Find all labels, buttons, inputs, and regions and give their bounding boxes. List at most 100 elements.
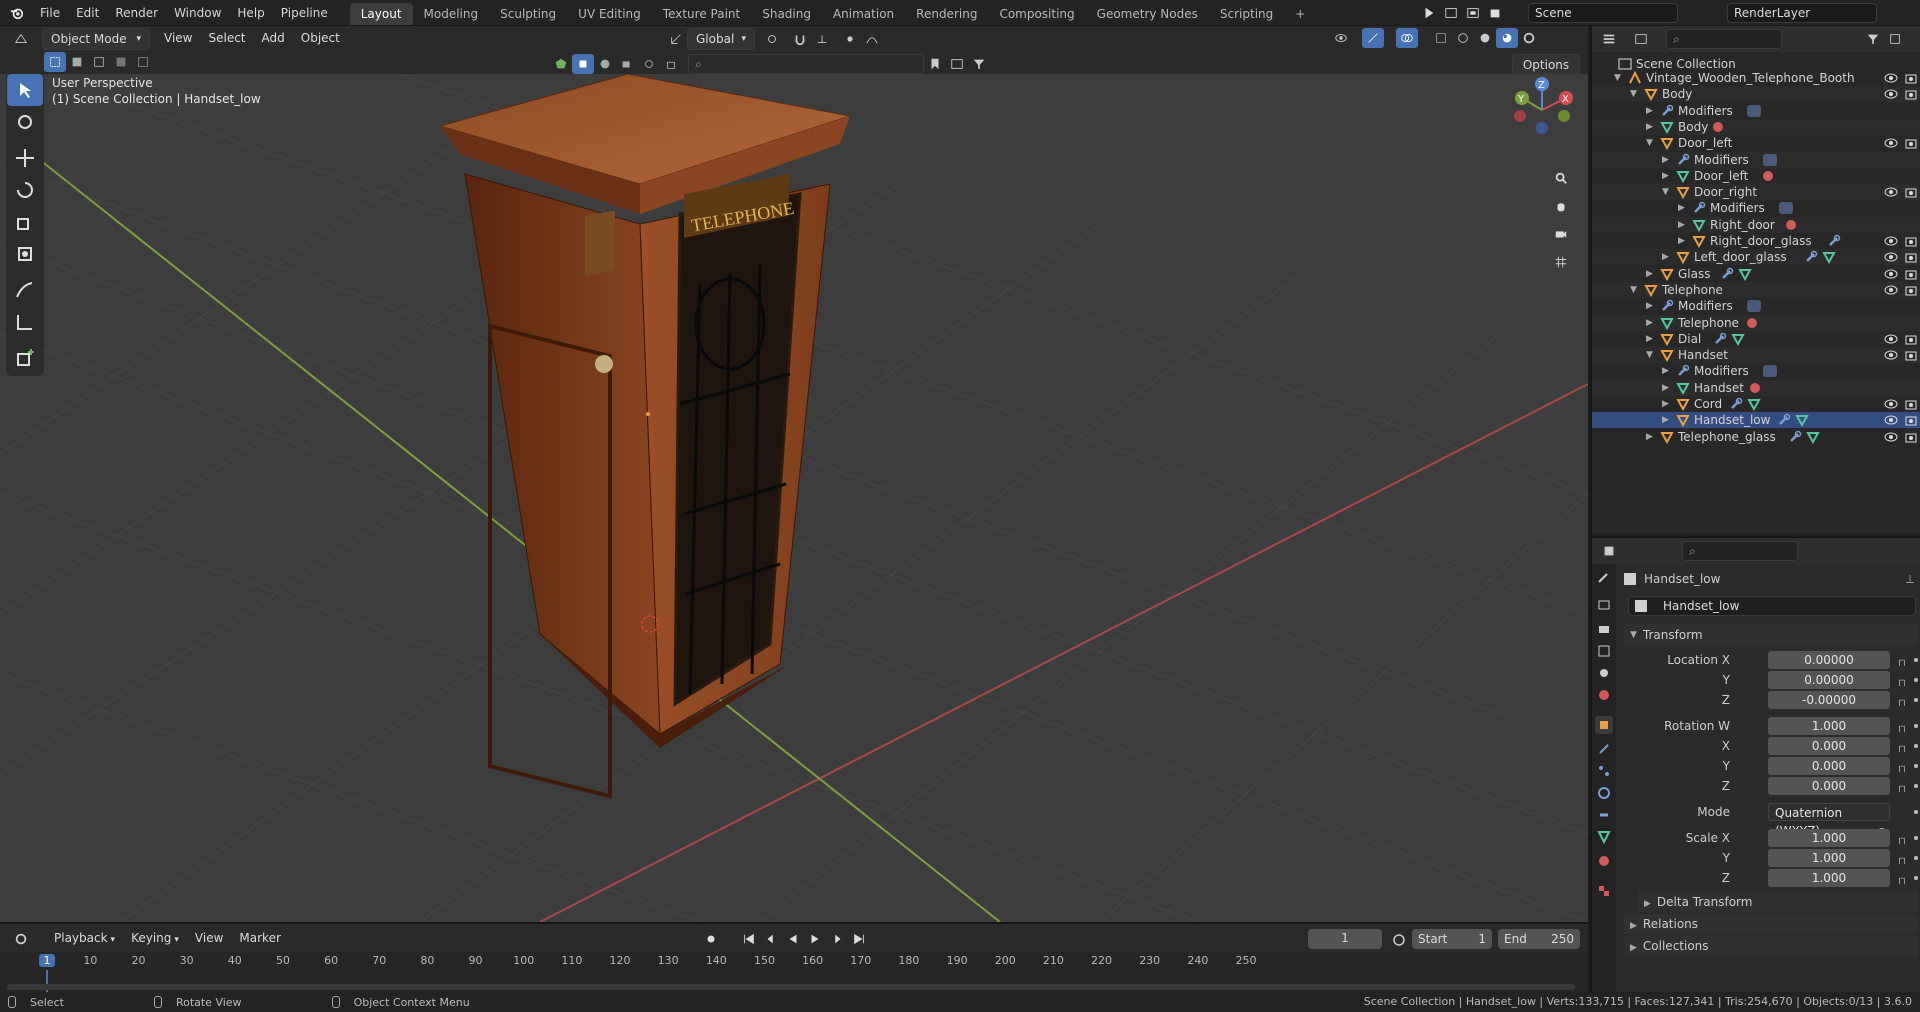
constraints-tab-icon[interactable] [1595,806,1613,824]
keyframe-dot-icon[interactable] [1914,836,1918,840]
snap-icon[interactable] [789,29,811,49]
eye-icon[interactable] [1884,348,1898,362]
outliner-row[interactable]: ▶ Modifiers [1592,200,1920,216]
expand-down-icon[interactable]: ▼ [1646,347,1656,363]
outliner-row[interactable]: ▶ Right_door_glass [1592,233,1920,249]
select-invert-icon[interactable] [110,52,132,72]
tab-modeling[interactable]: Modeling [413,3,490,25]
transform-panel-header[interactable]: ▼ Transform [1624,624,1918,646]
3d-viewport[interactable]: TELEPHONE User Perspective (1) Scene Col… [0,74,1588,922]
outliner-row[interactable]: ▶ Body [1592,118,1920,135]
blender-logo-icon[interactable] [2,3,32,23]
viewport-menu-view[interactable]: View [156,28,200,50]
modifier-tab-icon[interactable] [1595,740,1613,758]
world-tab-icon[interactable] [1595,686,1613,704]
jump-start-icon[interactable] [738,929,760,949]
render-camera-icon[interactable] [1904,71,1918,85]
render-camera-icon[interactable] [1904,348,1918,362]
physics-tab-icon[interactable] [1595,784,1613,802]
keyframe-dot-icon[interactable] [1914,698,1918,702]
expand-right-icon[interactable]: ▶ [1662,152,1672,168]
eye-icon[interactable] [1884,397,1898,411]
viewport-search-input[interactable]: ⌕ [688,54,924,74]
expand-right-icon[interactable]: ▶ [1646,103,1656,119]
outliner-row[interactable]: ▶ Telephone_glass [1592,429,1920,445]
viewport-menu-object[interactable]: Object [293,28,348,50]
end-frame-field[interactable]: End 250 [1498,929,1580,949]
record-icon[interactable] [700,929,722,949]
expand-right-icon[interactable]: ▶ [1646,429,1656,445]
eye-icon[interactable] [1884,430,1898,444]
texture-tab-icon[interactable] [1595,882,1613,900]
render-camera-icon[interactable] [1904,267,1918,281]
object-datablock-field[interactable]: Handset_low [1628,596,1916,616]
menu-window[interactable]: Window [166,0,229,26]
gizmo-toggle-icon[interactable] [1362,28,1384,48]
outliner-row[interactable]: ▶ Right_door [1592,216,1920,233]
bookmark-icon[interactable] [924,54,946,74]
jump-end-icon[interactable] [848,929,870,949]
eye-icon[interactable] [1884,234,1898,248]
solid-shading-icon[interactable] [1474,28,1496,48]
options-dropdown[interactable]: Options [1512,54,1580,76]
editor-type-icon[interactable] [10,29,32,49]
outliner-row[interactable]: ▶ Telephone [1592,314,1920,331]
eye-icon[interactable] [1884,185,1898,199]
expand-down-icon[interactable]: ▼ [1630,86,1640,102]
location-z-field[interactable]: -0.00000 [1768,691,1890,709]
object-tab-icon[interactable] [1595,716,1613,734]
render-camera-icon[interactable] [1904,332,1918,346]
lock-icon[interactable]: ⊓ [1898,872,1908,887]
outliner-row[interactable]: ▼ Door_right [1592,184,1920,201]
tab-animation[interactable]: Animation [822,3,905,25]
select-new-icon[interactable] [44,52,66,72]
outliner-row[interactable]: ▶ Modifiers [1592,298,1920,314]
render-camera-icon[interactable] [1904,185,1918,199]
expand-right-icon[interactable]: ▶ [1678,200,1688,216]
menu-pipeline[interactable]: Pipeline [273,0,336,26]
timeline-menu-keying[interactable]: Keying ▾ [123,928,187,950]
rendered-shading-icon[interactable] [1518,28,1540,48]
lock-icon[interactable]: ⊓ [1898,694,1908,709]
prev-keyframe-icon[interactable] [760,929,782,949]
eye-icon[interactable] [1884,267,1898,281]
expand-right-icon[interactable]: ▶ [1678,233,1688,249]
tool-tab-icon[interactable] [1595,568,1613,586]
expand-down-icon[interactable]: ▼ [1614,70,1624,86]
select-box-tool[interactable] [7,74,43,106]
filter-icon[interactable] [968,54,990,74]
render-camera-icon[interactable] [1904,397,1918,411]
lock-icon[interactable]: ⊓ [1898,740,1908,755]
eye-icon[interactable] [1884,332,1898,346]
wireframe-shading-icon[interactable] [1452,28,1474,48]
color-attribute-icon[interactable] [550,54,572,74]
snap-target-icon[interactable] [811,29,833,49]
expand-right-icon[interactable]: ▶ [1646,298,1656,314]
render-camera-icon[interactable] [1904,87,1918,101]
lock-icon[interactable]: ⊓ [1898,852,1908,867]
rotate-tool[interactable] [7,174,43,206]
menu-help[interactable]: Help [229,0,272,26]
data-tab-icon[interactable] [1595,828,1613,846]
camera-filter-icon[interactable] [616,54,638,74]
expand-right-icon[interactable]: ▶ [1662,249,1672,265]
expand-down-icon[interactable]: ▼ [1630,282,1640,298]
material-shading-icon[interactable] [1496,28,1518,48]
keyframe-dot-icon[interactable] [1914,856,1918,860]
move-tool[interactable] [7,142,43,174]
camera-view-icon[interactable] [1550,220,1572,248]
annotate-tool[interactable] [7,274,43,306]
lock-icon[interactable]: ⊓ [1898,760,1908,775]
expand-right-icon[interactable]: ▶ [1662,168,1672,184]
select-intersect-icon[interactable] [132,52,154,72]
tab-compositing[interactable]: Compositing [988,3,1085,25]
view-layer-selector[interactable]: RenderLayer [1727,3,1877,23]
outliner-row[interactable]: ▼ Telephone [1592,281,1920,298]
outliner-row[interactable]: ▼ Handset [1592,347,1920,364]
tab-geometry-nodes[interactable]: Geometry Nodes [1086,3,1209,25]
expand-right-icon[interactable]: ▶ [1646,119,1656,135]
section-delta-transform[interactable]: ▶ Delta Transform [1638,892,1918,912]
menu-file[interactable]: File [32,0,68,26]
object-filter-icon[interactable] [572,54,594,74]
particles-tab-icon[interactable] [1595,762,1613,780]
